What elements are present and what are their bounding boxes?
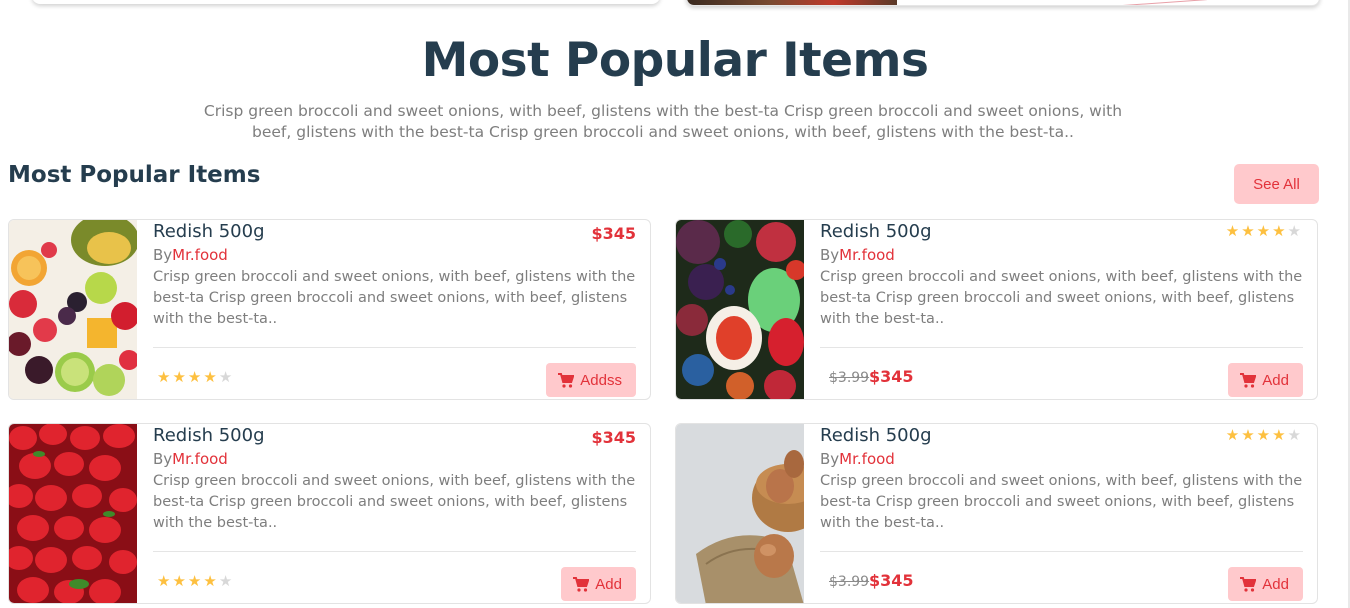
star-icon: ★ <box>1225 222 1242 240</box>
add-button-label: Add <box>595 575 622 593</box>
star-icon: ★ <box>1256 426 1273 444</box>
product-price: $345 <box>869 571 914 590</box>
product-card[interactable]: Redish 500g $345 ByMr.food Crisp green b… <box>8 219 651 400</box>
product-image-tropical-fruits[interactable] <box>676 220 804 400</box>
rating-stars: ★★★★★ <box>1226 426 1303 444</box>
vendor-link[interactable]: Mr.food <box>839 450 895 468</box>
by-prefix: By <box>153 246 173 264</box>
divider <box>153 347 636 348</box>
hero-description: Crisp green broccoli and sweet onions, w… <box>203 102 1123 141</box>
cart-icon <box>558 372 575 388</box>
star-icon: ★ <box>187 572 204 590</box>
divider <box>820 551 1303 552</box>
star-icon: ★ <box>187 368 204 386</box>
product-name[interactable]: Redish 500g <box>153 424 265 448</box>
star-icon: ★ <box>1225 426 1242 444</box>
previous-card-thumbnail <box>687 0 897 5</box>
section-title: Most Popular Items <box>8 162 261 188</box>
product-vendor-line: ByMr.food <box>820 449 895 469</box>
star-icon: ★ <box>157 572 173 590</box>
star-icon: ★ <box>172 368 188 386</box>
add-button-label: Addss <box>580 371 622 389</box>
decorative-line <box>1067 0 1207 5</box>
hero-title: Most Popular Items <box>421 33 929 88</box>
divider <box>820 347 1303 348</box>
product-description: Crisp green broccoli and sweet onions, w… <box>153 269 636 327</box>
old-price: $3.99 <box>829 574 870 590</box>
add-button-label: Add <box>1262 575 1289 593</box>
star-icon: ★ <box>172 572 188 590</box>
product-name[interactable]: Redish 500g <box>820 424 932 448</box>
product-vendor-line: ByMr.food <box>153 245 228 265</box>
star-icon: ★ <box>1272 426 1288 444</box>
star-icon: ★ <box>203 572 219 590</box>
product-image-eggs[interactable] <box>676 424 804 604</box>
by-prefix: By <box>153 450 173 468</box>
product-card[interactable]: Redish 500g $345 ByMr.food Crisp green b… <box>8 423 651 604</box>
product-price: $345 <box>591 224 636 243</box>
star-icon: ★ <box>218 368 235 386</box>
previous-card-edge <box>32 0 660 4</box>
add-to-cart-button[interactable]: Add <box>1228 567 1303 601</box>
star-icon: ★ <box>1287 426 1303 444</box>
star-icon: ★ <box>1241 222 1257 240</box>
divider <box>153 551 636 552</box>
rating-stars: ★★★★★ <box>157 368 234 386</box>
add-to-cart-button[interactable]: Add <box>561 567 636 601</box>
product-image-strawberries[interactable] <box>9 424 137 604</box>
product-price: $345 <box>591 428 636 447</box>
product-card[interactable]: Redish 500g ★★★★★ ByMr.food Crisp green … <box>675 423 1318 604</box>
rating-stars: ★★★★★ <box>157 572 234 590</box>
vendor-link[interactable]: Mr.food <box>839 246 895 264</box>
cart-icon <box>1240 576 1257 592</box>
product-image-fruit-platter[interactable] <box>9 220 137 400</box>
product-description: Crisp green broccoli and sweet onions, w… <box>820 473 1303 531</box>
previous-card-edge-right <box>686 0 1320 6</box>
add-button-label: Add <box>1262 371 1289 389</box>
rating-stars: ★★★★★ <box>1226 222 1303 240</box>
add-to-cart-button[interactable]: Add <box>1228 363 1303 397</box>
cart-icon <box>573 576 590 592</box>
product-name[interactable]: Redish 500g <box>820 220 932 244</box>
vendor-link[interactable]: Mr.food <box>172 450 228 468</box>
cart-icon <box>1240 372 1257 388</box>
vendor-link[interactable]: Mr.food <box>172 246 228 264</box>
see-all-button[interactable]: See All <box>1234 164 1319 204</box>
add-to-cart-button[interactable]: Addss <box>546 363 636 397</box>
star-icon: ★ <box>218 572 235 590</box>
star-icon: ★ <box>1287 222 1303 240</box>
old-price: $3.99 <box>829 370 870 386</box>
product-description: Crisp green broccoli and sweet onions, w… <box>820 269 1303 327</box>
product-price: $345 <box>869 367 914 386</box>
star-icon: ★ <box>1241 426 1257 444</box>
by-prefix: By <box>820 246 840 264</box>
star-icon: ★ <box>203 368 219 386</box>
product-card[interactable]: Redish 500g ★★★★★ ByMr.food Crisp green … <box>675 219 1318 400</box>
by-prefix: By <box>820 450 840 468</box>
star-icon: ★ <box>1256 222 1273 240</box>
star-icon: ★ <box>1272 222 1288 240</box>
product-vendor-line: ByMr.food <box>153 449 228 469</box>
product-name[interactable]: Redish 500g <box>153 220 265 244</box>
product-description: Crisp green broccoli and sweet onions, w… <box>153 473 636 531</box>
star-icon: ★ <box>157 368 173 386</box>
product-vendor-line: ByMr.food <box>820 245 895 265</box>
